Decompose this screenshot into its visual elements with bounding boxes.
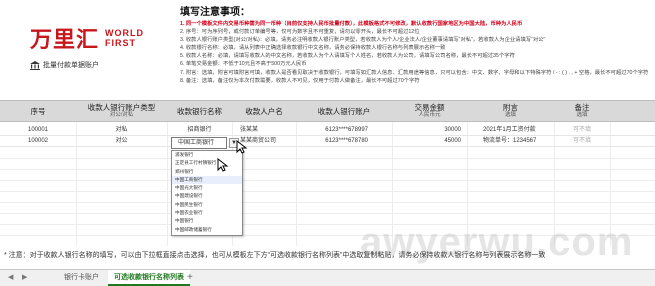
cell-payee-name[interactable]: 张某某 [232,127,296,134]
table-header-row: 序号 收款人银行账户类型 对公/对私 收款银行名称 收款人户名 收款人银行账户 … [0,100,655,122]
brand-subtitle: 批量付款单据账户 [30,60,158,70]
tab-prev-icon[interactable]: ◀ [8,273,13,281]
bank-icon [30,60,40,70]
grid-row-line [0,202,655,203]
instruction-item: 8. 备注：选填，备注仅为本次付款需要，收款人不可见，仅用于付款人做备注，最长不… [180,77,420,84]
column-header-label: 收款人户名 [245,107,283,116]
dropdown-option[interactable]: 中国光大银行 [172,184,242,192]
dropdown-option[interactable]: 中国农业银行 [172,209,242,217]
instruction-item: 6. 单笔交易金额：不低于10元且不高于500万元人民币 [180,61,307,68]
dropdown-option[interactable]: 正定县工行村镇银行 [172,159,242,167]
dropdown-option[interactable]: 中国民生银行 [172,201,242,209]
cell-note[interactable]: 可不填 [554,127,610,134]
column-header-sublabel: 对公/对私 [109,112,134,118]
dropdown-option[interactable]: 中国邮政储蓄银行 [172,226,242,234]
column-header[interactable]: 交易金额 人民币元 [392,103,467,119]
column-header[interactable]: 收款人银行账户类型 对公/对私 [76,103,167,119]
column-header[interactable]: 备注 选填 [554,103,610,119]
mouse-cursor-icon [217,158,229,172]
instruction-item: 3. 收款人银行账户类型(对公/对私)：必填，请务必注明收款人银行账户类型，若收… [180,37,546,44]
grid-row-line [0,191,655,192]
column-header-label: 收款银行名称 [177,107,222,116]
cell-account-number[interactable]: 6123****678997 [296,127,392,134]
grid-row-line [0,180,655,181]
sheet-tab-bar: ◀ ▶ 银行卡账户 可选收款银行名称列表 + [0,269,655,286]
cell-remark[interactable]: 物流单号：1234567 [467,138,554,145]
brand-name-en-line2: FIRST [105,38,137,48]
column-header-sublabel: 人民币元 [418,112,441,118]
column-header[interactable]: 附言 选填 [467,103,554,119]
column-header[interactable]: 收款人银行账户 [296,107,392,116]
instructions-title: 填写注意事项： [180,7,250,18]
column-header-label: 序号 [30,107,46,116]
dropdown-option[interactable]: 郑州银行 [172,168,242,176]
mouse-cursor-icon [236,140,248,154]
cell-serial[interactable]: 100002 [0,138,76,145]
column-header[interactable]: 收款银行名称 [167,107,232,116]
column-header-label: 备注 [574,103,590,112]
column-header-sublabel: 选填 [504,112,516,118]
brand-name-en: WORLD FIRST [105,28,144,48]
grid-row-line [0,169,655,170]
dropdown-option[interactable]: 中国银行 [172,217,242,225]
instructions-panel: 填写注意事项： 1. 同一个模板文件内交易币种需为同一币种（目前仅支持人民币批量… [180,3,650,85]
instruction-item: 2. 序号：可为序列号，或付款订单编号等，仅可为数字且不可重复，请勿以零开头，最… [180,29,420,36]
column-header-label: 附言 [503,103,518,112]
instruction-item: 1. 同一个模板文件内交易币种需为同一币种（目前仅支持人民币批量付款），此模板格… [180,21,523,27]
column-header[interactable]: 序号 [0,107,76,116]
dropdown-option[interactable]: 中国建设银行 [172,192,242,200]
brand-logo: 万里汇 WORLD FIRST 批量付款单据账户 [30,22,158,70]
grid-row-line [0,213,655,214]
column-header-sublabel: 选填 [576,112,588,118]
bank-name-dropdown-list: 浦发银行 正定县工行村镇银行 郑州银行 中国工商银行 中国光大银行 中国建设银行… [171,150,243,236]
table-row: 100002 对公 某某商贸公司 6123****678780 45000 物流… [0,136,655,147]
brand-name-cn: 万里汇 [30,28,100,53]
instruction-item: 5. 收款人名称：必填，请填写收款人的中文名称，若收款人为个人请填写个人姓名，若… [180,53,515,60]
dropdown-option[interactable]: 中国工商银行 [172,175,242,185]
cell-remark[interactable]: 2021年1月工资付款 [467,127,554,134]
column-header-label: 收款人银行账户 [317,107,371,116]
brand-subtitle-text: 批量付款单据账户 [43,62,99,69]
grid-row-line [0,158,655,159]
instruction-item: 4. 收款银行名称：必填，请从列表中正确选择收款银行中文名称，请务必保持收款人银… [180,45,446,52]
cell-amount[interactable]: 30000 [392,127,467,134]
cell-bank-name[interactable]: 招商银行 [167,127,232,134]
cell-account-number[interactable]: 6123****678780 [296,138,392,145]
cell-account-type[interactable]: 对私 [76,127,167,134]
cell-amount[interactable]: 45000 [392,138,467,145]
tab-bank-card-account[interactable]: 银行卡账户 [58,270,105,286]
instruction-item: 7. 附言：选填，附言可填附言可填，收款人是否看见取决于收款银行，可填写如汇款人… [180,69,649,76]
column-header-label: 交易金额 [414,103,445,112]
table-row: 100001 对私 招商银行 张某某 6123****678997 30000 … [0,125,655,136]
cell-account-type[interactable]: 对公 [76,138,167,145]
add-sheet-icon[interactable]: + [187,272,193,283]
template-header: 万里汇 WORLD FIRST 批量付款单据账户 填写注意事项： 1. 同一个模… [0,0,655,100]
column-header-label: 收款人银行账户类型 [87,103,156,112]
tab-next-icon[interactable]: ▶ [22,273,27,281]
brand-name-en-line1: WORLD [105,28,145,38]
bank-name-select[interactable]: 中国工商银行 [171,137,227,149]
tab-bank-name-list[interactable]: 可选收款银行名称列表 [108,270,190,286]
cell-serial[interactable]: 100001 [0,127,76,134]
cell-note[interactable]: 可不填 [554,138,610,145]
column-header[interactable]: 收款人户名 [232,107,296,116]
footer-note: * 注意：对于收款人银行名称的填写，可以由下拉框直接点击选择，也可从模板左下方“… [4,252,546,259]
dropdown-option[interactable]: 浦发银行 [172,151,242,159]
